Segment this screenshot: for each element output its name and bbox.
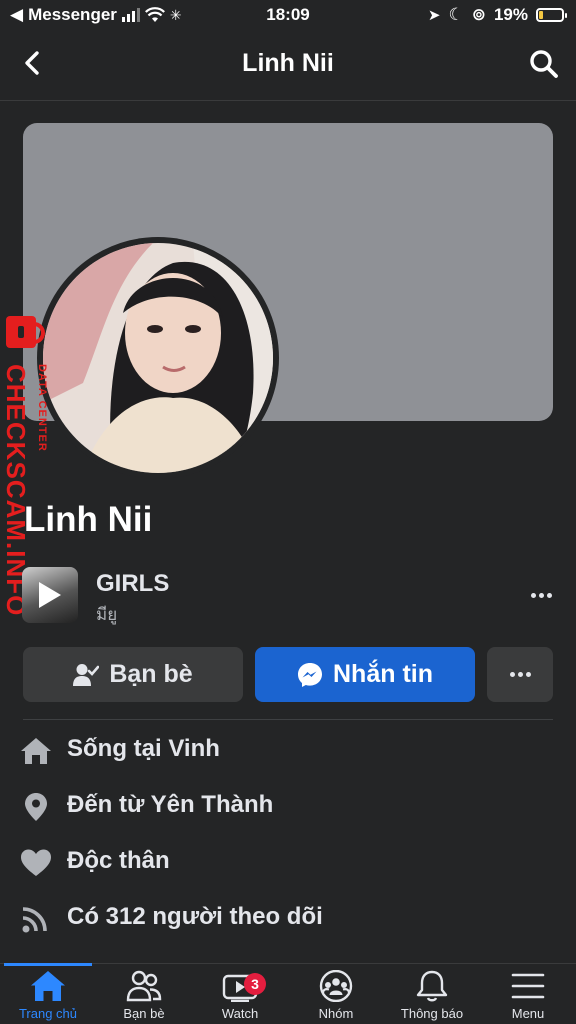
song-title: GIRLS xyxy=(96,570,170,597)
profile-music-row[interactable]: GIRLS มียู xyxy=(22,567,556,627)
more-dots-icon xyxy=(509,672,515,677)
tab-home[interactable]: Trang chủ xyxy=(0,970,96,1024)
location-arrow-icon: ➤ xyxy=(427,7,441,24)
message-button[interactable]: Nhắn tin xyxy=(255,647,475,702)
battery-percent: 19% xyxy=(493,5,528,24)
search-icon[interactable] xyxy=(528,48,560,80)
detail-from: Đến từ Yên Thành xyxy=(20,788,560,828)
messenger-icon xyxy=(298,662,322,687)
detail-text: Độc thân xyxy=(67,847,170,874)
header-title: Linh Nii xyxy=(242,49,334,77)
friend-check-icon xyxy=(73,663,100,686)
bell-icon xyxy=(416,970,448,1002)
message-button-label: Nhắn tin xyxy=(333,660,433,688)
tab-menu[interactable]: Menu xyxy=(480,970,576,1024)
battery-icon xyxy=(536,8,567,22)
rss-icon xyxy=(22,907,47,933)
detail-text: Đến từ Yên Thành xyxy=(67,791,274,818)
notification-badge: 3 xyxy=(244,973,266,995)
detail-text: Có 312 người theo dõi xyxy=(67,903,323,930)
header-divider xyxy=(0,100,576,101)
friends-icon xyxy=(126,970,162,1002)
tab-label: Watch xyxy=(221,1006,259,1021)
play-icon[interactable] xyxy=(39,582,61,608)
tab-groups[interactable]: Nhóm xyxy=(288,970,384,1024)
more-actions-button[interactable] xyxy=(487,647,553,702)
detail-relationship: Độc thân xyxy=(20,844,560,884)
home-icon xyxy=(21,738,51,764)
active-tab-indicator xyxy=(4,963,92,966)
home-icon xyxy=(31,971,65,1001)
friends-button-label: Bạn bè xyxy=(109,660,193,688)
status-bar: ◀ Messenger ✳ 18:09 ➤ ☾ ⊚ 19% xyxy=(0,0,576,30)
moon-icon: ☾ xyxy=(448,5,464,24)
orientation-lock-icon: ⊚ xyxy=(471,5,486,24)
avatar[interactable] xyxy=(43,243,273,473)
profile-name: Linh Nii xyxy=(24,500,153,539)
section-divider xyxy=(23,719,553,720)
music-more-options-icon[interactable] xyxy=(526,585,556,605)
friends-button[interactable]: Bạn bè xyxy=(23,647,243,702)
song-cover-thumbnail[interactable] xyxy=(22,567,78,623)
tab-label: Trang chủ xyxy=(18,1006,78,1021)
watermark-sub: DATA CENTER xyxy=(36,364,48,452)
location-pin-icon xyxy=(25,793,47,821)
song-artist: มียู xyxy=(96,605,118,624)
watermark-lock-icon xyxy=(6,316,45,348)
tab-label: Thông báo xyxy=(400,1006,464,1021)
heart-icon xyxy=(21,849,51,876)
detail-lives-in: Sống tại Vinh xyxy=(20,732,560,772)
tab-label: Nhóm xyxy=(318,1006,354,1021)
tab-label: Bạn bè xyxy=(123,1006,165,1021)
tab-friends[interactable]: Bạn bè xyxy=(96,970,192,1024)
menu-icon xyxy=(511,973,545,999)
detail-text: Sống tại Vinh xyxy=(67,735,220,762)
tab-notifications[interactable]: Thông báo xyxy=(384,970,480,1024)
detail-followers[interactable]: Có 312 người theo dõi xyxy=(20,900,560,940)
groups-icon xyxy=(319,970,353,1002)
tab-label: Menu xyxy=(511,1006,545,1021)
bottom-tab-bar: Trang chủ Bạn bè 3 Watch Nhóm Thông báo … xyxy=(0,963,576,1024)
tab-watch[interactable]: 3 Watch xyxy=(192,970,288,1024)
profile-header: Linh Nii xyxy=(0,34,576,96)
